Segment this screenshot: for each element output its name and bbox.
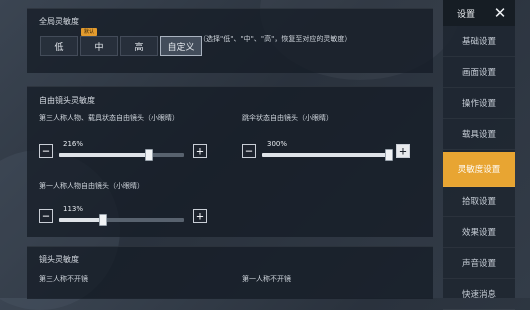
slider-fill bbox=[59, 218, 103, 222]
slider-track[interactable] bbox=[59, 214, 184, 226]
free-look-panel: 自由镜头灵敏度 第三人称人物、载具状态自由镜头（小眼睛） 216% − + 跳伞… bbox=[27, 86, 433, 237]
sidebar-title: 设置 bbox=[457, 10, 476, 20]
slider-fill bbox=[59, 153, 149, 157]
minus-button[interactable]: − bbox=[242, 144, 256, 158]
preset-low-button[interactable]: 低 bbox=[40, 36, 78, 56]
sidebar-item-vehicle[interactable]: 载具设置 bbox=[443, 119, 515, 150]
minus-button[interactable]: − bbox=[39, 209, 53, 223]
slider-value-third-person: 216% bbox=[63, 140, 84, 148]
sidebar-item-controls[interactable]: 操作设置 bbox=[443, 88, 515, 119]
minus-button[interactable]: − bbox=[39, 144, 53, 158]
preset-high-button[interactable]: 高 bbox=[120, 36, 158, 56]
plus-button[interactable]: + bbox=[193, 144, 207, 158]
settings-sidebar: 设置 ✕ 基础设置 画面设置 操作设置 载具设置 灵敏度设置 拾取设置 效果设置… bbox=[443, 0, 515, 310]
camera-sensitivity-panel: 镜头灵敏度 第三人称不开镜 第一人称不开镜 bbox=[27, 246, 433, 299]
preset-hint-text: （选择"低"、"中"、"高"，恢复至对应的灵敏度） bbox=[199, 35, 352, 43]
slider-label-third-person: 第三人称人物、载具状态自由镜头（小眼睛） bbox=[39, 114, 179, 122]
sidebar-item-pickup[interactable]: 拾取设置 bbox=[443, 186, 515, 217]
sidebar-item-basic[interactable]: 基础设置 bbox=[443, 26, 515, 57]
slider-label-parachute: 跳伞状态自由镜头（小眼睛） bbox=[242, 114, 333, 122]
slider-fill bbox=[262, 153, 389, 157]
third-person-no-scope-label: 第三人称不开镜 bbox=[39, 275, 88, 283]
slider-track[interactable] bbox=[262, 149, 393, 161]
sidebar-item-quick-message[interactable]: 快速消息 bbox=[443, 279, 515, 310]
slider-track[interactable] bbox=[59, 149, 184, 161]
plus-button[interactable]: + bbox=[193, 209, 207, 223]
slider-value-parachute: 300% bbox=[267, 140, 288, 148]
close-button[interactable]: ✕ bbox=[489, 2, 511, 24]
slider-value-first-person: 113% bbox=[63, 205, 84, 213]
sidebar-item-effects[interactable]: 效果设置 bbox=[443, 217, 515, 248]
sidebar-header: 设置 ✕ bbox=[443, 0, 515, 26]
slider-thumb[interactable] bbox=[145, 149, 153, 161]
slider-thumb[interactable] bbox=[98, 214, 107, 226]
close-icon: ✕ bbox=[493, 4, 507, 22]
sidebar-item-sound[interactable]: 声音设置 bbox=[443, 248, 515, 279]
global-sensitivity-panel: 全局灵敏度 低 默认 中 高 自定义 （选择"低"、"中"、"高"，恢复至对应的… bbox=[27, 8, 433, 73]
first-person-no-scope-label: 第一人称不开镜 bbox=[242, 275, 291, 283]
slider-label-first-person: 第一人称人物自由镜头（小眼睛） bbox=[39, 182, 144, 190]
preset-medium-button[interactable]: 默认 中 bbox=[80, 28, 118, 56]
plus-button[interactable]: + bbox=[396, 144, 410, 158]
sidebar-item-sensitivity[interactable]: 灵敏度设置 bbox=[443, 152, 515, 187]
default-badge: 默认 bbox=[81, 28, 97, 36]
slider-thumb[interactable] bbox=[385, 149, 393, 161]
sensitivity-preset-group: 低 默认 中 高 自定义 bbox=[40, 28, 204, 56]
sidebar-item-graphics[interactable]: 画面设置 bbox=[443, 57, 515, 88]
preset-custom-button[interactable]: 自定义 bbox=[160, 36, 202, 56]
camera-sensitivity-title: 镜头灵敏度 bbox=[39, 255, 79, 264]
free-look-title: 自由镜头灵敏度 bbox=[39, 96, 95, 105]
global-sensitivity-title: 全局灵敏度 bbox=[39, 17, 79, 26]
